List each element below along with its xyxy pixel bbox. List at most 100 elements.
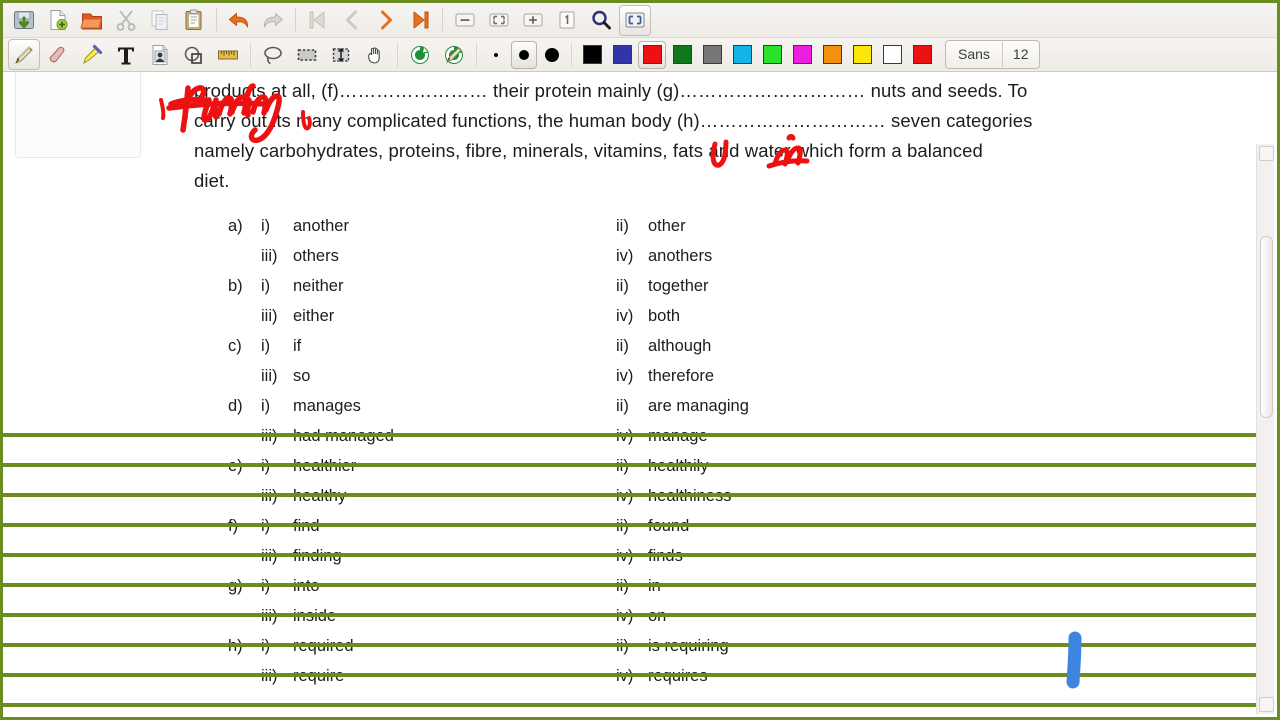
xournal-window: Sans 12 products at all, (f)…………………… the…: [0, 0, 1280, 720]
fullscreen-icon: [625, 12, 645, 28]
color-black[interactable]: [578, 41, 606, 69]
color-magenta-swatch: [792, 45, 812, 64]
previous-page-icon: [346, 10, 357, 30]
thickness-fine[interactable]: [483, 41, 509, 69]
option-text-2: together: [648, 277, 709, 295]
copy-button[interactable]: [144, 5, 176, 36]
option-row: iii)healthyiv)healthiness: [228, 487, 1058, 517]
toolbar-separator: [216, 8, 217, 32]
vertical-scrollbar-thumb[interactable]: [1260, 236, 1273, 418]
first-page-button[interactable]: [302, 5, 334, 36]
save-button[interactable]: [8, 5, 40, 36]
eraser-tool[interactable]: [42, 39, 74, 70]
pen-tool[interactable]: [8, 39, 40, 70]
window-border-top: [0, 0, 1280, 3]
thickness-thick[interactable]: [539, 41, 565, 69]
color-custom-red[interactable]: [908, 41, 936, 69]
ink-ruled-line: [3, 493, 1256, 497]
last-page-button[interactable]: [404, 5, 436, 36]
option-text-1: either: [293, 307, 335, 325]
font-selector[interactable]: Sans 12: [945, 40, 1040, 69]
default-pen-icon: [411, 45, 429, 64]
highlighter-icon: [83, 44, 103, 64]
highlighter-tool[interactable]: [76, 39, 108, 70]
shape-recognizer-icon: [184, 46, 202, 64]
option-numeral-2: ii): [616, 397, 629, 415]
color-lime[interactable]: [758, 41, 786, 69]
color-yellow[interactable]: [848, 41, 876, 69]
option-text-1: another: [293, 217, 349, 235]
option-row: g)i)intoii)in: [228, 577, 1058, 607]
option-text-2: other: [648, 217, 686, 235]
paste-button[interactable]: [178, 5, 210, 36]
passage-line-2: carry out its many complicated functions…: [194, 110, 1033, 131]
open-button[interactable]: [76, 5, 108, 36]
color-orange[interactable]: [818, 41, 846, 69]
default-pen-button[interactable]: [404, 39, 436, 70]
previous-page-button[interactable]: [336, 5, 368, 36]
pencil-icon: [15, 45, 33, 64]
clipboard-icon: [185, 9, 202, 30]
vertical-scrollbar[interactable]: [1256, 144, 1274, 714]
default-tool-button[interactable]: [438, 39, 470, 70]
zoom-in-button[interactable]: [517, 5, 549, 36]
color-magenta[interactable]: [788, 41, 816, 69]
ink-ruled-line: [3, 643, 1256, 647]
ink-ruled-line: [3, 523, 1256, 527]
new-button[interactable]: [42, 5, 74, 36]
scissors-icon: [116, 10, 136, 31]
option-row: iii)findingiv)finds: [228, 547, 1058, 577]
last-page-icon: [413, 11, 429, 29]
next-page-button[interactable]: [370, 5, 402, 36]
redo-button[interactable]: [257, 5, 289, 36]
cut-button[interactable]: [110, 5, 142, 36]
color-black-swatch: [582, 45, 602, 64]
fullscreen-button[interactable]: [619, 4, 651, 36]
ruler-icon: [218, 50, 238, 59]
document-canvas[interactable]: products at all, (f)…………………… their prote…: [3, 72, 1277, 717]
option-row: b) i) neither ii) together: [228, 277, 1058, 307]
option-letter: c): [228, 337, 242, 355]
hand-tool[interactable]: [359, 39, 391, 70]
color-cyan[interactable]: [728, 41, 756, 69]
image-tool[interactable]: [144, 39, 176, 70]
font-size-label[interactable]: 12: [1003, 42, 1039, 67]
text-tool[interactable]: [110, 39, 142, 70]
option-row: f)i)findii)found: [228, 517, 1058, 547]
option-row: iii) others iv) anothers: [228, 247, 1058, 277]
scroll-down-button[interactable]: [1259, 697, 1274, 712]
option-text-1: so: [293, 367, 311, 385]
find-button[interactable]: [585, 5, 617, 36]
toolbar-separator: [250, 42, 251, 67]
color-gray[interactable]: [698, 41, 726, 69]
zoom-fit-button[interactable]: [483, 5, 515, 36]
option-numeral-2: ii): [616, 277, 629, 295]
option-numeral-1: i): [261, 397, 271, 415]
shape-tool[interactable]: [178, 39, 210, 70]
zoom-out-button[interactable]: [449, 5, 481, 36]
eraser-icon: [49, 46, 65, 62]
option-numeral-2: iv): [616, 247, 634, 265]
undo-button[interactable]: [223, 5, 255, 36]
option-row: c) i) if ii) although: [228, 337, 1058, 367]
thickness-medium[interactable]: [511, 40, 537, 69]
ruler-tool[interactable]: [212, 39, 244, 70]
undo-arrow-icon: [229, 13, 249, 28]
font-family-label[interactable]: Sans: [946, 42, 1003, 67]
pdf-page[interactable]: products at all, (f)…………………… their prote…: [3, 72, 1256, 717]
lasso-select-tool[interactable]: [257, 39, 289, 70]
option-numeral-2: ii): [616, 217, 629, 235]
zoom-fit-icon: [489, 13, 509, 27]
color-red[interactable]: [638, 40, 666, 69]
option-numeral-2: iv): [616, 307, 634, 325]
color-white[interactable]: [878, 41, 906, 69]
window-border-left: [0, 0, 3, 720]
color-blue[interactable]: [608, 41, 636, 69]
vertical-space-tool[interactable]: [325, 39, 357, 70]
color-green[interactable]: [668, 41, 696, 69]
zoom-100-button[interactable]: [551, 5, 583, 36]
scroll-up-button[interactable]: [1259, 146, 1274, 161]
options-list: a) i) another ii) other iii) others iv) another…: [228, 217, 1058, 697]
ink-ruled-line: [3, 553, 1256, 557]
rect-select-tool[interactable]: [291, 39, 323, 70]
